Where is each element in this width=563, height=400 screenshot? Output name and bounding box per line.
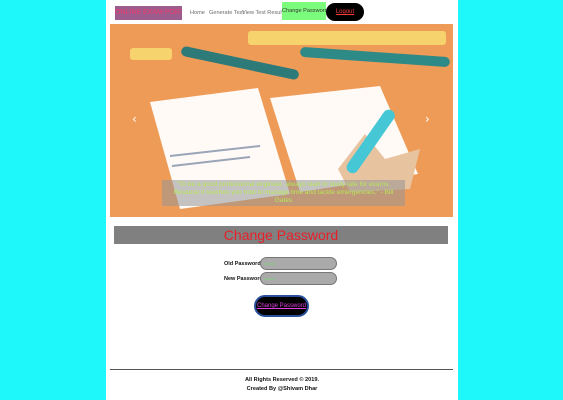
nav-change-password[interactable]: Change Password	[282, 2, 328, 20]
change-password-button[interactable]: Change Password	[254, 295, 309, 317]
footer-divider	[110, 369, 453, 370]
new-password-input[interactable]: ••••••••	[260, 272, 337, 285]
footer-credit: Created By @Shivam Dhar	[246, 386, 318, 392]
nav-view-test-results[interactable]: View Test Results	[242, 6, 286, 20]
old-password-label: Old Password:	[224, 261, 263, 267]
carousel-caption: "To be a good professional engineer, alw…	[162, 180, 405, 206]
page-container: ONLINE EXAM PORTAL Home Generate Test Vi…	[106, 0, 458, 400]
footer-rights: All Rights Reserved © 2019.	[244, 377, 320, 383]
carousel-next-arrow[interactable]: ›	[425, 112, 430, 126]
old-password-input[interactable]: ••••••••	[260, 257, 337, 270]
carousel-prev-arrow[interactable]: ‹	[132, 112, 137, 126]
nav-home[interactable]: Home	[190, 6, 205, 20]
page-title: Change Password	[114, 226, 448, 244]
new-password-label: New Password:	[224, 276, 265, 282]
brand-logo[interactable]: ONLINE EXAM PORTAL	[115, 6, 182, 20]
nav-generate-test[interactable]: Generate Test	[209, 6, 244, 20]
logout-button[interactable]: Logout	[326, 3, 364, 21]
image-carousel: ‹ › "To be a good professional engineer,…	[110, 24, 453, 217]
